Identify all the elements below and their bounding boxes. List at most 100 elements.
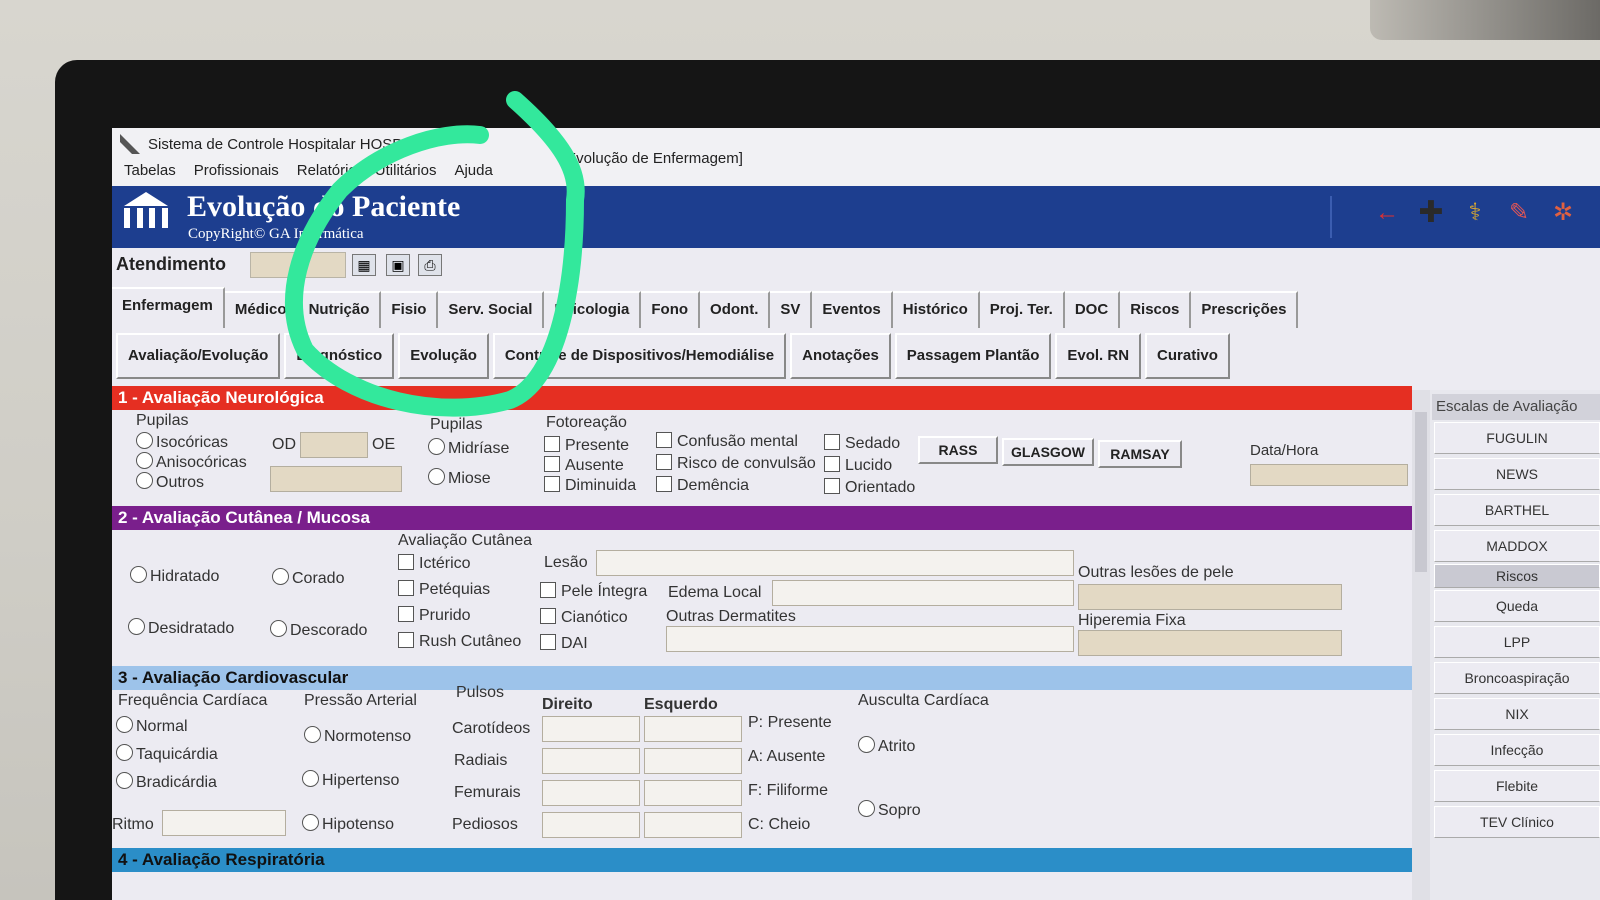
check-petequias[interactable]: Petéquias <box>398 580 490 599</box>
subtab-evolucao[interactable]: Evolução <box>398 333 489 379</box>
check-demencia[interactable]: Demência <box>656 476 749 495</box>
carotideos-direito-input[interactable] <box>542 716 640 742</box>
outras-dermatites-input[interactable] <box>666 626 1074 652</box>
radio-midriase[interactable]: Midríase <box>428 438 509 458</box>
escala-barthel[interactable]: BARTHEL <box>1434 494 1600 526</box>
radio-isocoricas[interactable]: Isocóricas <box>136 432 228 452</box>
risco-nix[interactable]: NIX <box>1434 698 1600 730</box>
pupilas-outros-input[interactable] <box>270 466 402 492</box>
atendimento-input[interactable] <box>250 252 346 278</box>
check-rush-cutaneo[interactable]: Rush Cutâneo <box>398 632 521 651</box>
radio-bradicardia[interactable]: Bradicárdia <box>116 772 217 792</box>
femurais-direito-input[interactable] <box>542 780 640 806</box>
tab-eventos[interactable]: Eventos <box>812 291 893 328</box>
tab-odont[interactable]: Odont. <box>700 291 771 328</box>
tab-sv[interactable]: SV <box>770 291 813 328</box>
pediosos-direito-input[interactable] <box>542 812 640 838</box>
radio-anisocoricas[interactable]: Anisocóricas <box>136 452 247 472</box>
radio-sopro[interactable]: Sopro <box>858 800 921 820</box>
check-risco-convulsao[interactable]: Risco de convulsão <box>656 454 816 473</box>
panel-scrollbar[interactable] <box>1412 390 1430 900</box>
menu-profissionais[interactable]: Profissionais <box>194 162 279 186</box>
risco-lpp[interactable]: LPP <box>1434 626 1600 658</box>
subtab-curativo[interactable]: Curativo <box>1145 333 1230 379</box>
tab-nutricao[interactable]: Nutrição <box>298 291 382 328</box>
radio-normotenso[interactable]: Normotenso <box>304 726 411 746</box>
check-icterico[interactable]: Ictérico <box>398 554 471 573</box>
check-sedado[interactable]: Sedado <box>824 434 900 453</box>
risco-queda[interactable]: Queda <box>1434 590 1600 622</box>
tab-psicologia[interactable]: Psicologia <box>544 291 642 328</box>
radio-miose[interactable]: Miose <box>428 468 491 488</box>
rass-button[interactable]: RASS <box>918 436 998 464</box>
print-icon[interactable]: ⎙ <box>418 254 442 276</box>
risco-infeccao[interactable]: Infecção <box>1434 734 1600 766</box>
caduceus-icon[interactable]: ⚕ <box>1458 196 1492 230</box>
tab-fisio[interactable]: Fisio <box>381 291 439 328</box>
tab-riscos[interactable]: Riscos <box>1120 291 1192 328</box>
check-ausente[interactable]: Ausente <box>544 456 624 475</box>
tab-proj-ter[interactable]: Proj. Ter. <box>979 291 1065 328</box>
risco-flebite[interactable]: Flebite <box>1434 770 1600 802</box>
escala-fugulin[interactable]: FUGULIN <box>1434 422 1600 454</box>
radio-corado[interactable]: Corado <box>272 568 344 588</box>
check-prurido[interactable]: Prurido <box>398 606 471 625</box>
menu-ajuda[interactable]: Ajuda <box>454 162 492 186</box>
od-input[interactable] <box>300 432 368 458</box>
menu-relatorio[interactable]: Relatório <box>297 162 357 186</box>
radio-taquicardia[interactable]: Taquicárdia <box>116 744 218 764</box>
check-orientado[interactable]: Orientado <box>824 478 915 497</box>
check-pele-integra[interactable]: Pele Íntegra <box>540 582 647 601</box>
check-confusao-mental[interactable]: Confusão mental <box>656 432 798 451</box>
radio-hipotenso[interactable]: Hipotenso <box>302 814 394 834</box>
carotideos-esquerdo-input[interactable] <box>644 716 742 742</box>
subtab-evol-rn[interactable]: Evol. RN <box>1055 333 1142 379</box>
lesao-input[interactable] <box>596 550 1074 576</box>
radio-hipertenso[interactable]: Hipertenso <box>302 770 399 790</box>
radio-desidratado[interactable]: Desidratado <box>128 618 234 638</box>
radiais-esquerdo-input[interactable] <box>644 748 742 774</box>
calendar-icon[interactable]: ▦ <box>352 254 376 276</box>
subtab-passagem-plantao[interactable]: Passagem Plantão <box>894 333 1052 379</box>
radio-outros[interactable]: Outros <box>136 472 204 492</box>
radio-normal[interactable]: Normal <box>116 716 188 736</box>
hiperemia-input[interactable] <box>1078 630 1342 656</box>
data-hora-input[interactable] <box>1250 464 1408 486</box>
tab-serv-social[interactable]: Serv. Social <box>438 291 545 328</box>
back-arrow-icon[interactable]: ← <box>1370 196 1404 230</box>
outras-lesoes-input[interactable] <box>1078 584 1342 610</box>
subtab-avaliacao-evolucao[interactable]: Avaliação/Evolução <box>116 333 281 379</box>
search-record-icon[interactable]: ▣ <box>386 254 410 276</box>
cross-icon[interactable]: ✚ <box>1414 196 1448 230</box>
syringe-icon[interactable]: ✎ <box>1502 196 1536 230</box>
tab-enfermagem[interactable]: Enfermagem <box>112 287 225 328</box>
subtab-controle-dispositivos[interactable]: Controle de Dispositivos/Hemodiálise <box>492 333 787 379</box>
tab-doc[interactable]: DOC <box>1064 291 1121 328</box>
risco-broncoaspiracao[interactable]: Broncoaspiração <box>1434 662 1600 694</box>
pediosos-esquerdo-input[interactable] <box>644 812 742 838</box>
radio-atrito[interactable]: Atrito <box>858 736 915 756</box>
ritmo-input[interactable] <box>162 810 286 836</box>
molecule-icon[interactable]: ✲ <box>1546 196 1580 230</box>
edema-local-input[interactable] <box>772 580 1074 606</box>
glasgow-button[interactable]: GLASGOW <box>1002 438 1094 466</box>
radio-hidratado[interactable]: Hidratado <box>130 566 219 586</box>
tab-fono[interactable]: Fono <box>641 291 701 328</box>
escala-maddox[interactable]: MADDOX <box>1434 530 1600 562</box>
subtab-diagnostico[interactable]: Diagnóstico <box>284 333 395 379</box>
menu-utilitarios[interactable]: Utilitários <box>375 162 437 186</box>
check-cianotico[interactable]: Cianótico <box>540 608 628 627</box>
check-lucido[interactable]: Lucido <box>824 456 892 475</box>
radiais-direito-input[interactable] <box>542 748 640 774</box>
tab-prescricoes[interactable]: Prescrições <box>1191 291 1299 328</box>
ramsay-button[interactable]: RAMSAY <box>1098 440 1182 468</box>
tab-historico[interactable]: Histórico <box>892 291 980 328</box>
femurais-esquerdo-input[interactable] <box>644 780 742 806</box>
menu-tabelas[interactable]: Tabelas <box>124 162 176 186</box>
check-presente[interactable]: Presente <box>544 436 629 455</box>
escala-news[interactable]: NEWS <box>1434 458 1600 490</box>
tab-medico[interactable]: Médico <box>224 291 299 328</box>
risco-tev-clinico[interactable]: TEV Clínico <box>1434 806 1600 838</box>
check-dai[interactable]: DAI <box>540 634 588 653</box>
check-diminuida[interactable]: Diminuida <box>544 476 636 495</box>
